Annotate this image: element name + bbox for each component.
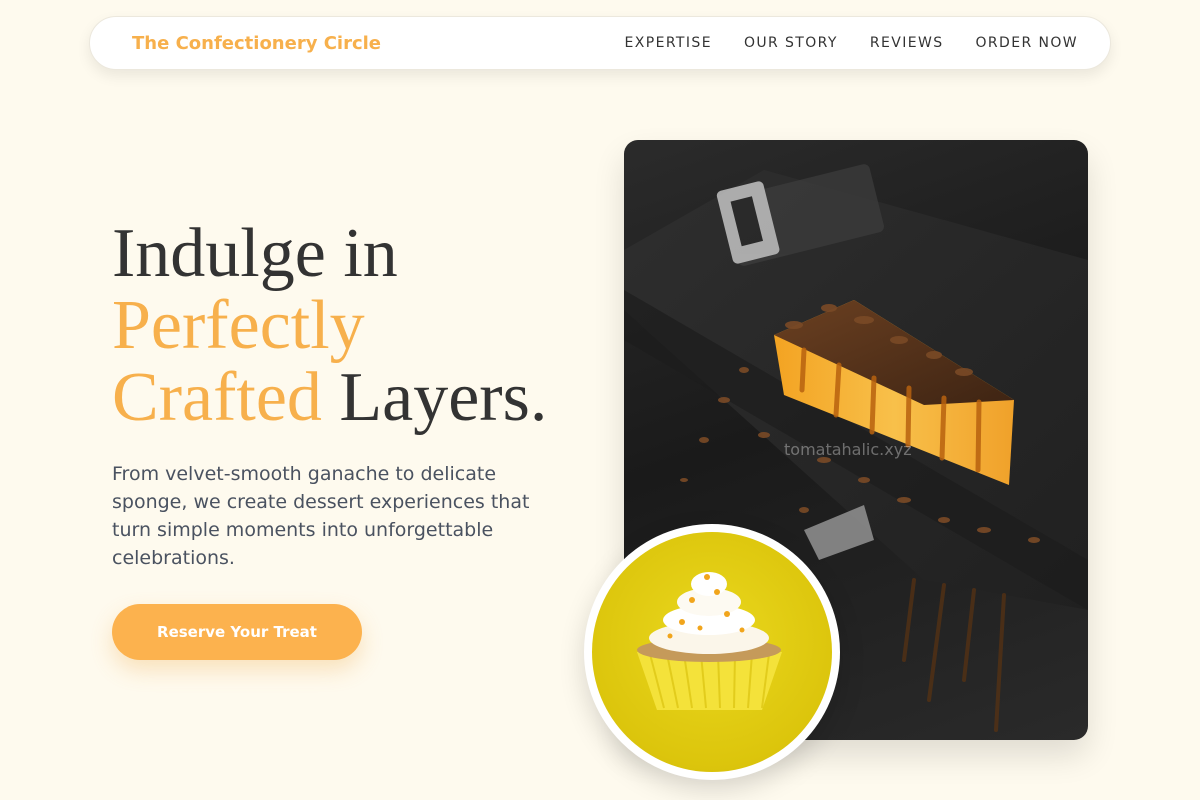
navbar: The Confectionery Circle EXPERTISE OUR S… (89, 16, 1111, 70)
landing-page: The Confectionery Circle EXPERTISE OUR S… (0, 0, 1200, 800)
nav-link-order-now[interactable]: ORDER NOW (976, 35, 1079, 51)
nav-link-our-story[interactable]: OUR STORY (744, 35, 838, 51)
brand-logo[interactable]: The Confectionery Circle (132, 33, 381, 54)
hero-description: From velvet-smooth ganache to delicate s… (112, 463, 530, 569)
nav-link-expertise[interactable]: EXPERTISE (625, 35, 712, 51)
cupcake-photo-image (592, 532, 832, 772)
hero-title: Indulge in Perfectly Crafted Layers. (112, 218, 592, 434)
hero-title-accent-perfectly: Perfectly (112, 287, 365, 364)
hero-title-accent-crafted: Crafted (112, 359, 322, 436)
hero-title-rest: Layers. (321, 359, 548, 436)
nav-link-reviews[interactable]: REVIEWS (870, 35, 944, 51)
hero-title-line1: Indulge in (112, 215, 398, 292)
nav-links: EXPERTISE OUR STORY REVIEWS ORDER NOW (625, 35, 1079, 51)
reserve-treat-button[interactable]: Reserve Your Treat (112, 604, 362, 660)
main-photo-watermark: tomatahalic.xyz (784, 440, 912, 459)
cupcake-photo (584, 524, 840, 780)
